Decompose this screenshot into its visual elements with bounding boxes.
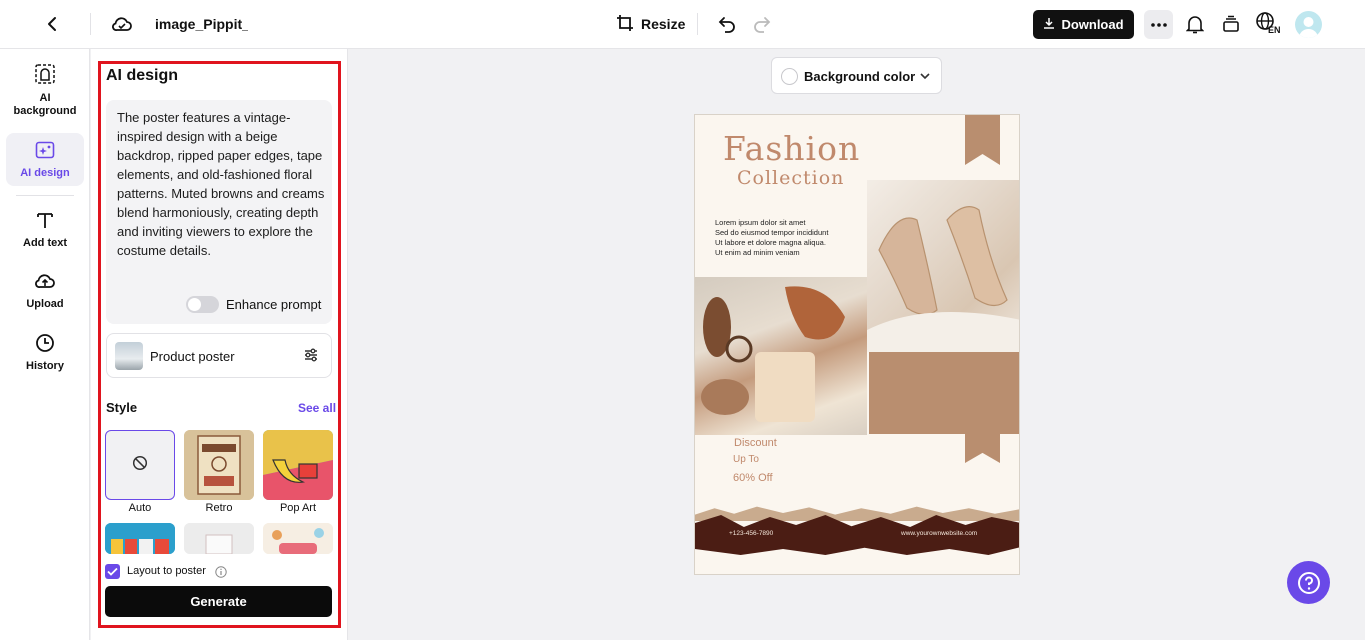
resize-label: Resize: [641, 16, 686, 32]
color-swatch: [781, 68, 798, 85]
rail-item-label: AI design: [20, 167, 70, 179]
poster-body-line: Sed do eiusmod tempor incididunt: [715, 228, 829, 237]
poster-ribbon: [965, 427, 1000, 463]
resize-button[interactable]: Resize: [616, 12, 685, 36]
divider: [697, 13, 698, 35]
download-button[interactable]: Download: [1033, 10, 1134, 39]
none-icon: [132, 455, 148, 476]
rail-item-upload[interactable]: Upload: [6, 272, 84, 312]
background-color-label: Background color: [804, 69, 916, 84]
poster-phone[interactable]: +123-456-7890: [729, 530, 773, 537]
cartoon-preview-image: [263, 523, 333, 554]
style-section-title: Style: [106, 400, 138, 415]
style-tile-retro[interactable]: [184, 430, 254, 500]
pop-art-preview-image: [263, 430, 333, 500]
redo-icon[interactable]: [750, 12, 774, 36]
poster-body-text[interactable]: Lorem ipsum dolor sit amet Sed do eiusmo…: [715, 218, 865, 258]
text-icon: [36, 211, 54, 233]
back-arrow-icon[interactable]: [40, 12, 64, 36]
download-icon: [1043, 17, 1055, 32]
product-label: Product poster: [150, 349, 235, 364]
rail-item-label: Add text: [23, 237, 67, 249]
left-rail: AI background AI design Add text Upload …: [0, 49, 90, 640]
help-button[interactable]: [1287, 561, 1330, 604]
resize-icon: [616, 14, 634, 35]
style-tile-cartoon[interactable]: [263, 523, 333, 554]
panel-title: AI design: [106, 67, 179, 84]
project-title[interactable]: image_Pippit_2025: [155, 16, 248, 32]
upload-icon: [34, 272, 56, 294]
poster-off-text[interactable]: 60% Off: [733, 472, 773, 484]
poster-color-block: [869, 352, 1019, 434]
prompt-text[interactable]: The poster features a vintage-inspired d…: [117, 108, 327, 260]
language-selector[interactable]: EN: [1255, 11, 1285, 37]
chevron-down-icon: [918, 69, 932, 83]
poster-canvas[interactable]: Fashion Collection Lorem ipsum dolor sit…: [694, 114, 1020, 575]
rail-item-ai-design[interactable]: AI design: [6, 133, 84, 186]
download-label: Download: [1061, 17, 1124, 32]
rail-item-label: AI background: [13, 92, 77, 117]
checkmark-icon: [107, 567, 118, 576]
ai-design-icon: [35, 141, 55, 163]
poster-body-line: Lorem ipsum dolor sit amet: [715, 218, 806, 227]
history-icon: [35, 333, 55, 357]
info-icon[interactable]: [215, 565, 227, 578]
layout-to-poster-label: Layout to poster: [127, 565, 206, 577]
retro-preview-image: [184, 430, 254, 500]
minimal-preview-image: [184, 523, 254, 554]
poster-upto-text[interactable]: Up To: [733, 454, 759, 465]
style-tile-minimal[interactable]: [184, 523, 254, 554]
sliders-icon[interactable]: [303, 347, 321, 365]
poster-subtitle[interactable]: Collection: [737, 167, 844, 189]
top-bar: image_Pippit_2025 Resize Download EN: [0, 0, 1365, 49]
enhance-prompt-label: Enhance prompt: [226, 297, 322, 312]
enhance-prompt-toggle[interactable]: [186, 296, 219, 313]
poster-website[interactable]: www.yourownwebsite.com: [901, 530, 977, 537]
see-all-link[interactable]: See all: [298, 401, 336, 415]
poster-accessories-photo[interactable]: [695, 277, 867, 435]
poster-torn-edge: [695, 506, 1019, 521]
poster-title[interactable]: Fashion: [723, 129, 860, 168]
style-label-pop-art: Pop Art: [279, 502, 317, 514]
poster-discount-text[interactable]: Discount: [734, 437, 777, 449]
product-thumbnail: [115, 342, 143, 370]
layout-to-poster-checkbox[interactable]: [105, 564, 120, 579]
style-label-auto: Auto: [128, 502, 152, 514]
poster-body-line: Ut enim ad minim veniam: [715, 248, 800, 257]
language-label: EN: [1268, 25, 1281, 35]
poster-body-line: Ut labore et dolore magna aliqua.: [715, 238, 826, 247]
poster-ribbon: [965, 115, 1000, 165]
blocks-preview-image: [105, 523, 175, 554]
rail-item-add-text[interactable]: Add text: [6, 211, 84, 251]
cloud-sync-icon[interactable]: [110, 12, 134, 36]
undo-icon[interactable]: [715, 12, 739, 36]
rail-item-label: Upload: [26, 298, 64, 310]
poster-shoes-photo[interactable]: [867, 180, 1019, 352]
rail-item-label: History: [26, 360, 64, 372]
question-icon: [1297, 571, 1320, 594]
style-tile-pop-art[interactable]: [263, 430, 333, 500]
rail-item-ai-background[interactable]: AI background: [6, 63, 84, 119]
layers-icon[interactable]: [1219, 12, 1243, 36]
divider: [90, 13, 91, 35]
divider: [16, 195, 74, 196]
background-color-button[interactable]: Background color: [771, 57, 942, 94]
rail-item-history[interactable]: History: [6, 333, 84, 373]
avatar[interactable]: [1295, 11, 1322, 38]
ai-background-icon: [34, 63, 56, 89]
style-tile-auto[interactable]: [105, 430, 175, 500]
generate-button[interactable]: Generate: [105, 586, 332, 617]
product-poster-selector[interactable]: Product poster: [106, 333, 332, 378]
more-options-icon[interactable]: [1144, 10, 1173, 39]
style-tile-blocks[interactable]: [105, 523, 175, 554]
bell-icon[interactable]: [1183, 12, 1207, 36]
style-label-retro: Retro: [205, 502, 233, 514]
